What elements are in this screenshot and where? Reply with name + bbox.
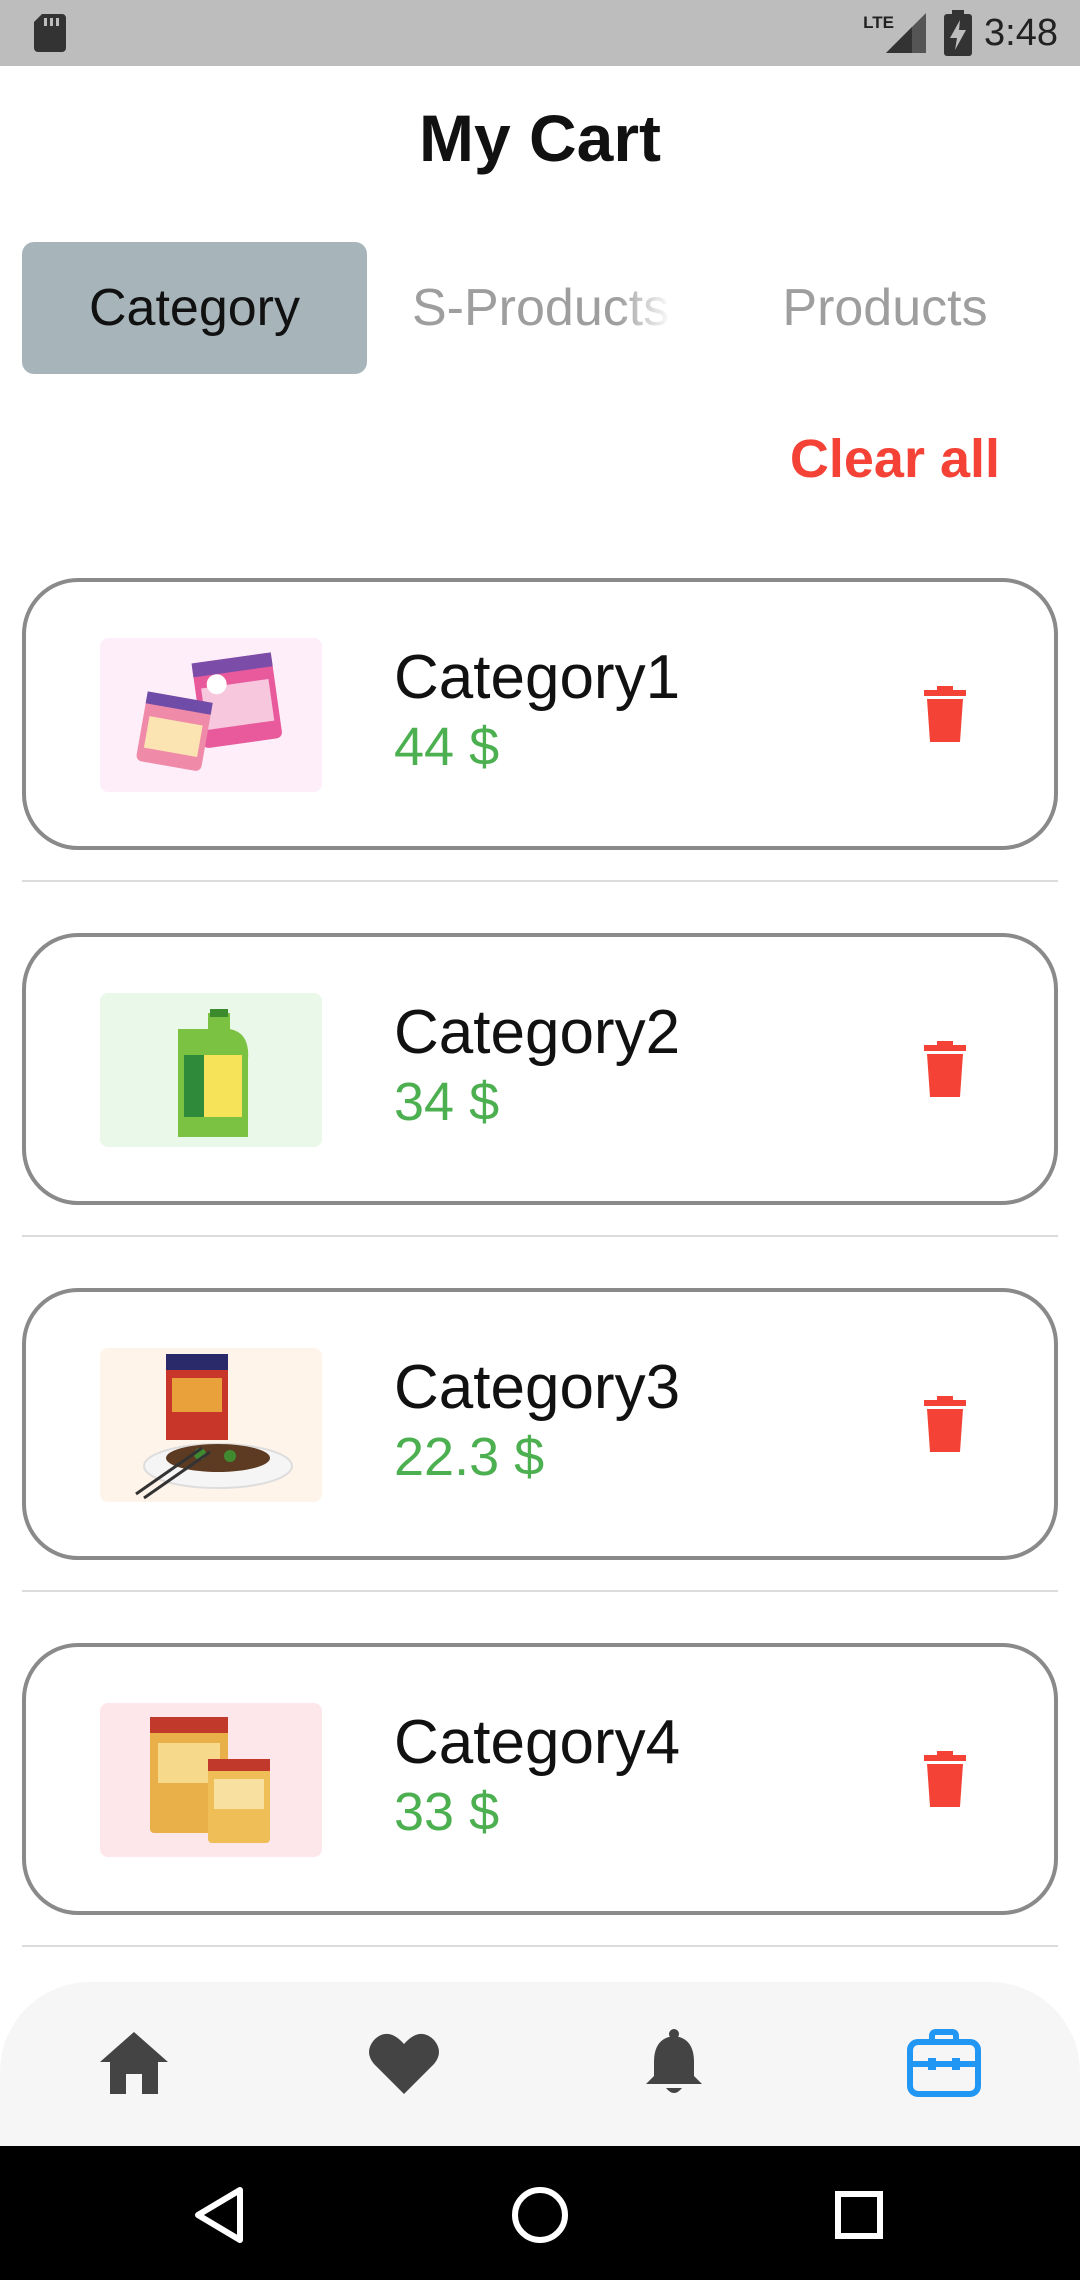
recents-icon[interactable]	[826, 2182, 892, 2248]
tab-products[interactable]: Products	[740, 242, 1030, 374]
briefcase-icon[interactable]	[906, 2028, 982, 2098]
sd-card-icon	[34, 14, 66, 52]
item-title: Category2	[394, 998, 681, 1067]
delete-icon[interactable]	[922, 1751, 968, 1807]
divider	[22, 1945, 1058, 1947]
product-image-ice-cream	[100, 638, 322, 792]
divider	[22, 1235, 1058, 1237]
delete-icon[interactable]	[922, 686, 968, 742]
product-image-flour	[100, 1703, 322, 1857]
product-image-noodles	[100, 1348, 322, 1502]
cart-item-card[interactable]: Category3 22.3 $	[22, 1288, 1058, 1560]
bell-icon[interactable]	[636, 2028, 712, 2098]
divider	[22, 1590, 1058, 1592]
cart-item-card[interactable]: Category2 34 $	[22, 933, 1058, 1205]
heart-icon[interactable]	[366, 2028, 442, 2098]
network-type: LTE	[863, 13, 895, 32]
home-icon[interactable]	[96, 2028, 172, 2098]
cart-item-card[interactable]: Category1 44 $	[22, 578, 1058, 850]
item-title: Category4	[394, 1708, 681, 1777]
back-icon[interactable]	[186, 2182, 252, 2248]
home-circle-icon[interactable]	[507, 2182, 573, 2248]
battery-charging-icon	[944, 10, 973, 56]
item-title: Category1	[394, 643, 681, 712]
delete-icon[interactable]	[922, 1041, 968, 1097]
status-bar: LTE 3:48	[0, 0, 1080, 66]
item-price: 22.3 $	[394, 1427, 545, 1487]
item-price: 44 $	[394, 717, 500, 777]
item-title: Category3	[394, 1353, 681, 1422]
tab-s-products[interactable]: S-Products	[400, 242, 672, 374]
cart-item-card[interactable]: Category4 33 $	[22, 1643, 1058, 1915]
delete-icon[interactable]	[922, 1396, 968, 1452]
product-image-oil-can	[100, 993, 322, 1147]
divider	[22, 880, 1058, 882]
bottom-navigation	[0, 1982, 1080, 2146]
page-title: My Cart	[418, 101, 662, 175]
system-navigation-bar	[0, 2146, 1080, 2280]
clear-all-button[interactable]: Clear all	[790, 428, 1000, 490]
tab-category[interactable]: Category	[22, 242, 367, 374]
clock: 3:48	[984, 11, 1058, 54]
item-price: 33 $	[394, 1782, 500, 1842]
item-price: 34 $	[394, 1072, 500, 1132]
